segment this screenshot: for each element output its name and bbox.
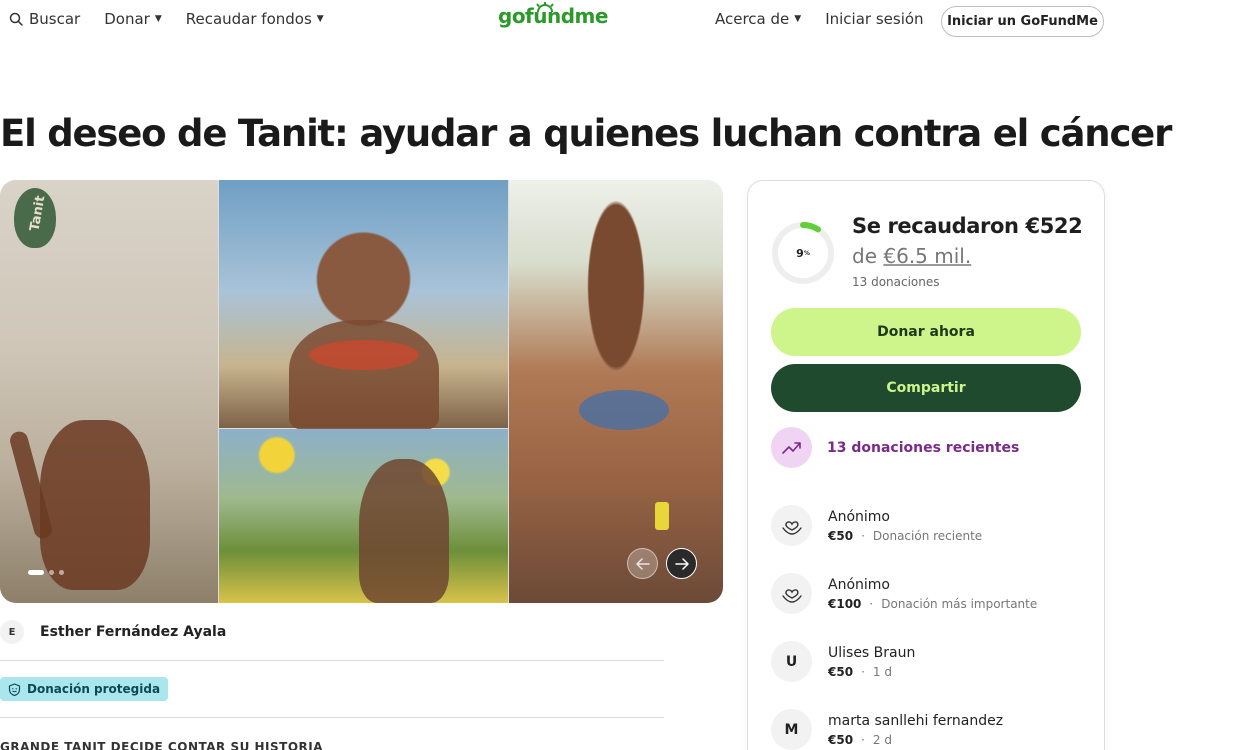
organizer-name: Esther Fernández Ayala [40, 624, 227, 640]
nav-donate-label: Donar [104, 10, 150, 28]
donor-avatar: M [771, 709, 812, 750]
donor-detail: 2 d [872, 732, 892, 747]
donation-count: 13 donaciones [852, 275, 940, 289]
carousel-dot[interactable] [49, 570, 54, 575]
donation-card: 9% Se recaudaron €522 de €6.5 mil. 13 do… [747, 180, 1105, 750]
divider [0, 717, 664, 718]
search-icon [9, 12, 23, 26]
athlete-figure [40, 420, 150, 590]
donor-row: M marta sanllehi fernandez €50 · 2 d [771, 709, 1003, 750]
story-heading-truncated: GRANDE TANIT DECIDE CONTAR SU HISTORIA [0, 740, 324, 750]
donor-amount: €50 [828, 732, 854, 747]
gofundme-logo[interactable]: gofundme [498, 2, 608, 28]
share-button[interactable]: Compartir [771, 364, 1081, 412]
logo-sun-icon [536, 2, 554, 12]
donor-detail: Donación más importante [881, 596, 1038, 611]
nav-right-group: Acerca de ▼ Iniciar sesión [715, 10, 948, 28]
goal-line: de €6.5 mil. [852, 244, 971, 268]
donor-detail: 1 d [872, 664, 892, 679]
donor-name: Ulises Braun [828, 644, 916, 661]
donor-amount: €50 [828, 528, 854, 543]
carousel-dot[interactable] [59, 570, 64, 575]
nav-about[interactable]: Acerca de ▼ [715, 10, 801, 28]
progress-percent-value: 9 [796, 246, 804, 260]
donate-now-button[interactable]: Donar ahora [771, 308, 1081, 356]
shield-icon [8, 682, 21, 696]
start-button-label: Iniciar un GoFundMe [947, 14, 1098, 29]
share-label: Compartir [886, 380, 966, 396]
protected-badge-label: Donación protegida [27, 682, 161, 696]
photo-gallery[interactable]: Tanit [0, 180, 723, 603]
carousel-dots [28, 570, 64, 575]
donor-row: Anónimo €100 · Donación más importante [771, 573, 1037, 614]
donor-name: marta sanllehi fernandez [828, 712, 1004, 729]
nav-fundraise-label: Recaudar fondos [185, 10, 312, 28]
progress-percent-unit: % [803, 249, 810, 257]
arrow-left-icon [635, 557, 650, 570]
start-gofundme-button[interactable]: Iniciar un GoFundMe [941, 6, 1104, 37]
trend-icon-circle [771, 427, 812, 468]
nav-about-label: Acerca de [715, 10, 790, 28]
caret-down-icon: ▼ [794, 14, 802, 24]
heart-hand-icon [771, 505, 812, 546]
donate-now-label: Donar ahora [877, 324, 975, 340]
gallery-photo-4 [509, 180, 723, 603]
recent-donations-link[interactable]: 13 donaciones recientes [771, 427, 1019, 468]
donor-row: U Ulises Braun €50 · 1 d [771, 641, 915, 682]
divider [0, 660, 664, 661]
caret-down-icon: ▼ [154, 14, 162, 24]
top-nav: Buscar Donar ▼ Recaudar fondos ▼ gofundm… [0, 0, 1256, 44]
donor-amount: €100 [828, 596, 862, 611]
arrow-right-icon [674, 557, 689, 570]
nav-login[interactable]: Iniciar sesión [825, 10, 923, 28]
recent-donations-label: 13 donaciones recientes [827, 439, 1020, 456]
portrait-figure [289, 320, 439, 430]
whistle [655, 502, 669, 530]
amount-raised: Se recaudaron €522 [852, 214, 1083, 238]
gallery-photo-1: Tanit [0, 180, 218, 603]
page-title: El deseo de Tanit: ayudar a quienes luch… [0, 112, 1172, 155]
beaded-necklace [579, 390, 669, 430]
progress-percent: 9% [771, 221, 835, 285]
nav-search[interactable]: Buscar [9, 10, 80, 28]
nav-fundraise[interactable]: Recaudar fondos ▼ [186, 10, 324, 28]
heart-hand-icon [771, 573, 812, 614]
organizer-row[interactable]: E Esther Fernández Ayala [0, 620, 226, 644]
caret-down-icon: ▼ [316, 14, 324, 24]
gallery-photo-3 [219, 429, 508, 603]
nav-left-group: Buscar Donar ▼ Recaudar fondos ▼ [9, 10, 348, 28]
donor-detail: Donación reciente [872, 528, 983, 543]
nav-donate[interactable]: Donar ▼ [104, 10, 162, 28]
donor-amount: €50 [828, 664, 854, 679]
protected-donation-badge[interactable]: Donación protegida [0, 677, 169, 701]
goal-amount[interactable]: €6.5 mil. [883, 244, 971, 268]
nav-login-label: Iniciar sesión [825, 10, 924, 28]
trending-up-icon [781, 441, 801, 454]
goal-prefix: de [852, 244, 877, 268]
seated-figure [359, 459, 449, 603]
gallery-next-button[interactable] [666, 548, 697, 579]
nav-search-label: Buscar [29, 10, 81, 28]
necklace [309, 340, 419, 370]
carousel-dot-active[interactable] [28, 570, 44, 575]
donor-row: Anónimo €50 · Donación reciente [771, 505, 982, 546]
organizer-avatar: E [0, 620, 24, 644]
donor-name: Anónimo [828, 576, 890, 593]
gallery-photo-2 [219, 180, 508, 430]
gallery-prev-button[interactable] [627, 548, 658, 579]
donor-avatar: U [771, 641, 812, 682]
donor-name: Anónimo [828, 508, 890, 525]
